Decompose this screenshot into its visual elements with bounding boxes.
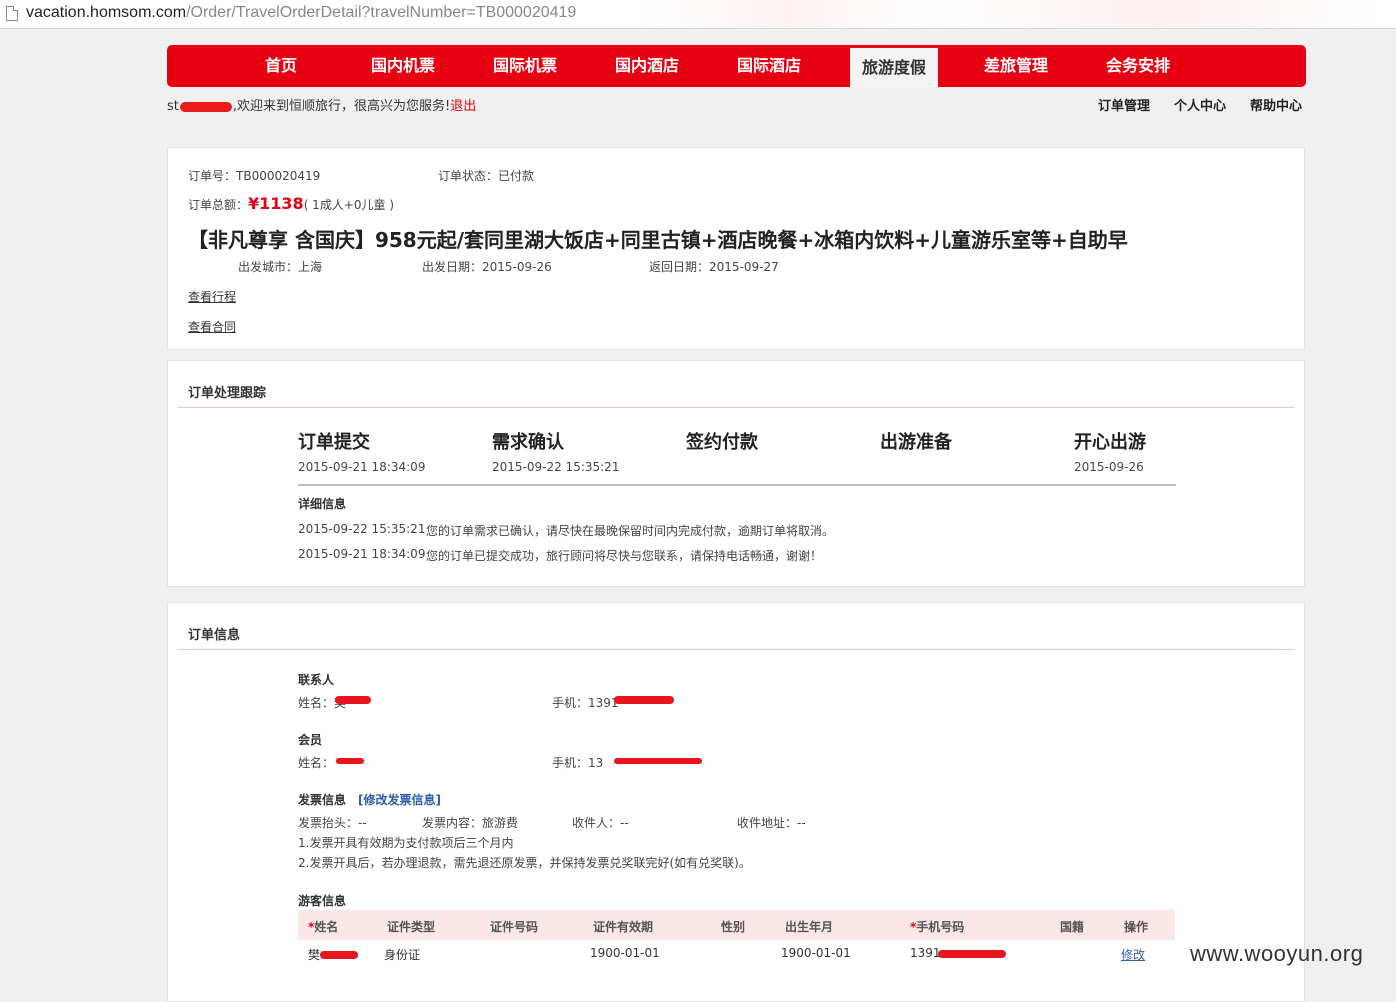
product-title: 【非凡尊享 含国庆】958元起/套同里湖大饭店+同里古镇+酒店晚餐+冰箱内饮料+… [188, 228, 1128, 252]
section-divider [178, 407, 1294, 408]
cell-birth: 1900-01-01 [781, 946, 851, 960]
log-text: 您的订单已提交成功，旅行顾问将尽快与您联系，请保持电话畅通，谢谢！ [426, 549, 823, 563]
view-contract-link[interactable]: 查看合同 [188, 318, 236, 335]
redaction-mark [179, 101, 232, 112]
address-bar[interactable]: vacation.homsom.com/Order/TravelOrderDet… [0, 0, 1396, 29]
invoice-address: 收件地址：-- [737, 816, 806, 830]
col-id-type: 证件类型 [387, 920, 436, 934]
nav-business-travel[interactable]: 差旅管理 [961, 45, 1071, 87]
nav-meetings[interactable]: 会务安排 [1083, 45, 1193, 87]
nav-intl-flights[interactable]: 国际机票 [470, 45, 580, 87]
step-pay: 签约付款 [686, 432, 758, 453]
log-time: 2015-09-22 15:35:21 [298, 522, 426, 536]
log-time: 2015-09-21 18:34:09 [298, 547, 426, 561]
nav-home[interactable]: 首页 [226, 45, 336, 87]
col-action: 操作 [1124, 920, 1149, 934]
invoice-note: 1.发票开具有效期为支付款项后三个月内 [298, 836, 514, 850]
cell-id-valid: 1900-01-01 [590, 946, 660, 960]
nav-domestic-hotels[interactable]: 国内酒店 [592, 45, 702, 87]
logout-link[interactable]: 退出 [450, 99, 476, 114]
step-travel: 开心出游 [1074, 432, 1146, 453]
nav-vacation[interactable]: 旅游度假 [850, 48, 938, 87]
welcome-bar: st ,欢迎来到恒顺旅行，很高兴为您服务!退出 [167, 95, 476, 114]
member-name: 姓名： [298, 756, 335, 770]
edit-invoice-link[interactable]: [修改发票信息] [358, 791, 441, 808]
main-nav: 首页 国内机票 国际机票 国内酒店 国际酒店 旅游度假 差旅管理 会务安排 [167, 45, 1306, 87]
step-submit-time: 2015-09-21 18:34:09 [298, 460, 426, 474]
nav-domestic-flights[interactable]: 国内机票 [348, 45, 458, 87]
return-date: 返回日期：2015-09-27 [649, 260, 779, 274]
redaction-mark [320, 951, 358, 959]
page-banner-art [640, 0, 1380, 28]
col-phone: *手机号码 [910, 920, 965, 934]
col-id-valid: 证件有效期 [593, 920, 654, 934]
url-text[interactable]: vacation.homsom.com/Order/TravelOrderDet… [26, 4, 576, 22]
invoice-title: 发票信息 [298, 793, 347, 807]
order-tracking-panel: 订单处理跟踪 订单提交 2015-09-21 18:34:09 需求确认 201… [167, 360, 1305, 587]
invoice-head: 发票抬头：-- [298, 816, 367, 830]
edit-traveler-link[interactable]: 修改 [1121, 946, 1145, 963]
progress-line [298, 484, 1176, 486]
contact-title: 联系人 [298, 673, 335, 687]
step-prepare: 出游准备 [880, 432, 952, 453]
redaction-mark [335, 696, 371, 704]
member-title: 会员 [298, 733, 323, 747]
watermark: www.wooyun.org [1190, 941, 1364, 966]
order-people: ( 1成人+0儿童 ) [303, 198, 395, 212]
step-confirm: 需求确认 [492, 432, 564, 453]
order-info-title: 订单信息 [188, 628, 241, 643]
col-birth: 出生年月 [785, 920, 834, 934]
link-order-management[interactable]: 订单管理 [1098, 95, 1150, 114]
username: st [167, 99, 179, 114]
cell-name: 樊 [308, 948, 321, 962]
redaction-mark [336, 758, 364, 764]
step-confirm-time: 2015-09-22 15:35:21 [492, 460, 620, 474]
detail-title: 详细信息 [298, 497, 347, 511]
link-personal-center[interactable]: 个人中心 [1174, 95, 1226, 114]
order-summary-panel: 订单号：TB000020419 订单状态：已付款 订单总额：¥1138( 1成人… [167, 147, 1305, 350]
order-total-price: ¥1138 [248, 194, 304, 213]
col-name: *姓名 [308, 920, 339, 934]
order-number: 订单号：TB000020419 [188, 169, 321, 183]
step-travel-time: 2015-09-26 [1074, 460, 1144, 474]
step-submit: 订单提交 [298, 432, 370, 453]
col-id-no: 证件号码 [490, 920, 539, 934]
travelers-title: 游客信息 [298, 894, 347, 908]
redaction-mark [614, 758, 702, 764]
invoice-note: 2.发票开具后，若办理退款，需先退还原发票，并保持发票兑奖联完好(如有兑奖联)。 [298, 856, 751, 870]
invoice-content: 发票内容：旅游费 [422, 816, 519, 830]
page-icon [6, 6, 18, 21]
link-help-center[interactable]: 帮助中心 [1250, 95, 1302, 114]
invoice-receiver: 收件人：-- [572, 816, 629, 830]
section-divider [178, 649, 1294, 650]
member-phone: 手机：13 [552, 756, 604, 770]
redaction-mark [938, 950, 1006, 958]
welcome-text: ,欢迎来到恒顺旅行，很高兴为您服务! [232, 99, 451, 114]
view-itinerary-link[interactable]: 查看行程 [188, 288, 236, 305]
nav-intl-hotels[interactable]: 国际酒店 [714, 45, 824, 87]
depart-date: 出发日期：2015-09-26 [422, 260, 552, 274]
order-total: 订单总额：¥1138( 1成人+0儿童 ) [188, 194, 395, 213]
order-info-panel: 订单信息 联系人 姓名：樊 手机：1391 会员 姓名： 手机：13 发票信息 … [167, 602, 1305, 1002]
travelers-table-header: *姓名 证件类型 证件号码 证件有效期 性别 出生年月 *手机号码 国籍 操作 [298, 910, 1175, 940]
contact-phone: 手机：1391 [552, 696, 619, 710]
cell-phone: 1391 [910, 946, 941, 960]
depart-city: 出发城市：上海 [238, 260, 323, 274]
order-status: 订单状态：已付款 [438, 169, 535, 183]
tracking-title: 订单处理跟踪 [188, 386, 267, 401]
log-text: 您的订单需求已确认，请尽快在最晚保留时间内完成付款，逾期订单将取消。 [426, 524, 835, 538]
redaction-mark [614, 696, 674, 704]
col-gender: 性别 [721, 920, 746, 934]
cell-id-type: 身份证 [384, 948, 421, 962]
col-nation: 国籍 [1060, 920, 1085, 934]
